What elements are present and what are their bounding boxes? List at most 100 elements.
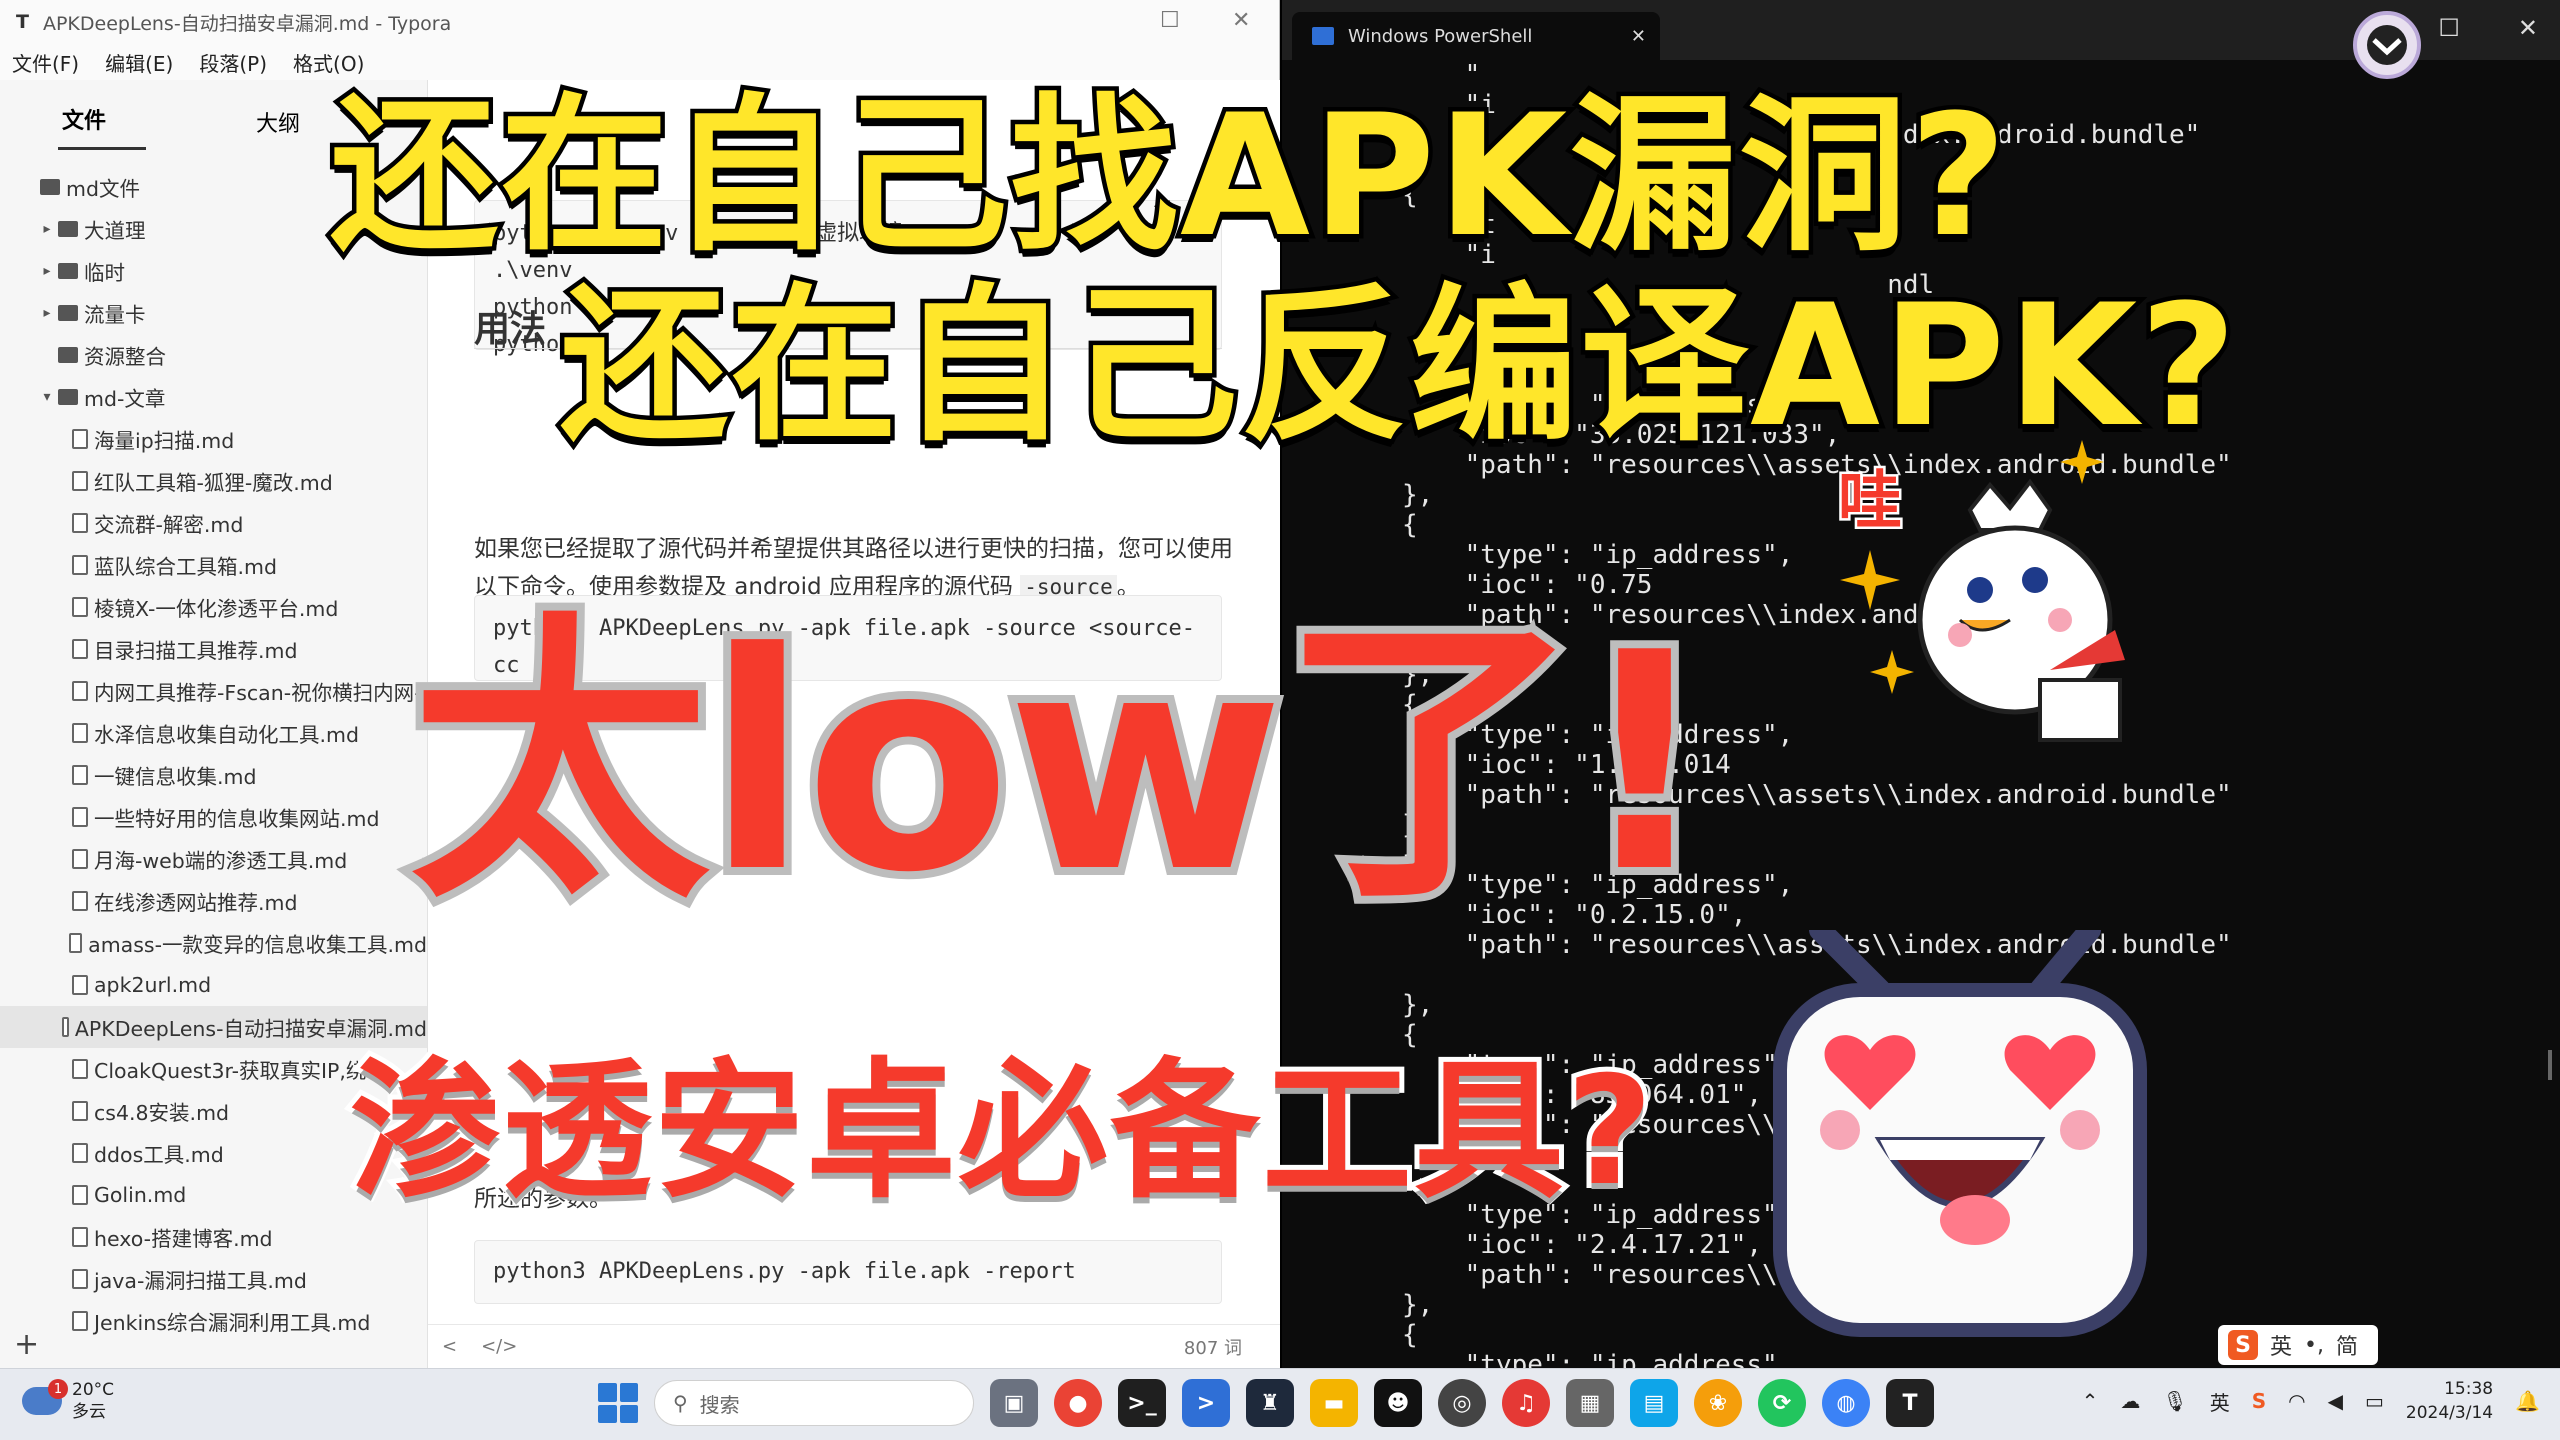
headline-decompile: 还在自己反编译APK?: [556, 264, 2242, 469]
file-item[interactable]: 目录扫描工具推荐.md: [0, 628, 427, 670]
clock[interactable]: 15:38 2024/3/14: [2406, 1377, 2493, 1425]
file-item[interactable]: 一键信息收集.md: [0, 754, 427, 796]
file-item[interactable]: 交流群-解密.md: [0, 502, 427, 544]
maximize-icon[interactable]: ☐: [1160, 8, 1180, 33]
file-label: 流量卡: [84, 303, 146, 327]
document-icon: [72, 765, 88, 785]
wifi-icon[interactable]: ◠: [2288, 1389, 2305, 1413]
file-item[interactable]: amass-一款变异的信息收集工具.md: [0, 922, 427, 964]
cloud-tray-icon[interactable]: ☁: [2120, 1389, 2140, 1413]
file-item[interactable]: 水泽信息收集自动化工具.md: [0, 712, 427, 754]
file-item[interactable]: 棱镜X-一体化渗透平台.md: [0, 586, 427, 628]
qq-icon[interactable]: ☻: [1374, 1379, 1422, 1427]
document-icon: [72, 891, 88, 911]
exclaim-wow: 哇: [1836, 463, 1905, 542]
close-icon[interactable]: ✕: [2518, 14, 2538, 42]
chevron-right-icon[interactable]: ▸: [40, 263, 54, 279]
file-item[interactable]: Jenkins综合漏洞利用工具.md: [0, 1300, 427, 1342]
file-label: 月海-web端的渗透工具.md: [94, 849, 348, 873]
netease-music-icon[interactable]: ♫: [1502, 1379, 1550, 1427]
sogou-tray-icon[interactable]: S: [2252, 1389, 2266, 1413]
tv-heart-eyes-sticker: [1773, 930, 2147, 1337]
browser-icon[interactable]: ◎: [1438, 1379, 1486, 1427]
document-icon: [72, 1059, 88, 1079]
folder-item[interactable]: ▸ 流量卡: [0, 292, 427, 334]
tray-lang[interactable]: 英: [2210, 1387, 2230, 1416]
menu-edit[interactable]: 编辑(E): [105, 48, 173, 77]
source-mode-icon[interactable]: </>: [481, 1336, 517, 1357]
ime-lang[interactable]: 英: [2270, 1329, 2292, 1361]
globe-icon[interactable]: ◍: [1822, 1379, 1870, 1427]
folder-item[interactable]: 资源整合: [0, 334, 427, 376]
notification-bell-icon[interactable]: 🔔: [2515, 1389, 2540, 1413]
heading-usage: 用法: [474, 309, 547, 350]
file-item[interactable]: 一些特好用的信息收集网站.md: [0, 796, 427, 838]
file-label: 内网工具推荐-Fscan-祝你横扫内网-: [94, 681, 422, 705]
ime-toolbar[interactable]: S 英 •, 简: [2218, 1325, 2378, 1365]
volume-icon[interactable]: ◀: [2328, 1389, 2343, 1413]
headline-too-low: 太low了!: [402, 581, 1721, 946]
sogou-icon: S: [2228, 1330, 2258, 1360]
document-icon: [72, 1227, 88, 1247]
terminal-scrollbar[interactable]: [2548, 1050, 2552, 1080]
file-label: 在线渗透网站推荐.md: [94, 891, 298, 915]
maximize-icon[interactable]: ☐: [2438, 14, 2460, 42]
weather-badge: 1: [48, 1379, 68, 1399]
start-button[interactable]: [598, 1383, 638, 1423]
add-file-button[interactable]: +: [14, 1327, 39, 1362]
chevron-up-icon[interactable]: ⌃: [2082, 1389, 2099, 1413]
document-icon: [72, 1143, 88, 1163]
folder-icon: [58, 263, 78, 279]
code-block-report[interactable]: python3 APKDeepLens.py -apk file.apk -re…: [474, 1240, 1222, 1304]
chrome-icon[interactable]: ●: [1054, 1379, 1102, 1427]
word-count[interactable]: 807 词: [1184, 1334, 1242, 1360]
avatar: [2353, 11, 2421, 79]
file-label: cs4.8安装.md: [94, 1101, 230, 1125]
chevron-right-icon[interactable]: ▸: [40, 221, 54, 237]
document-icon: [72, 513, 88, 533]
powershell-app-icon[interactable]: >: [1182, 1379, 1230, 1427]
folder-item[interactable]: ▾ md-文章: [0, 376, 427, 418]
document-icon: [72, 723, 88, 743]
menu-file[interactable]: 文件(F): [12, 48, 79, 77]
app-icon[interactable]: ♜: [1246, 1379, 1294, 1427]
chevron-down-icon[interactable]: ▾: [40, 389, 54, 405]
chevron-right-icon[interactable]: ▸: [40, 305, 54, 321]
file-item[interactable]: apk2url.md: [0, 964, 427, 1006]
document-icon: [61, 1017, 69, 1037]
mic-icon[interactable]: 🎙: [2162, 1389, 2187, 1413]
file-item[interactable]: 海量ip扫描.md: [0, 418, 427, 460]
app-icon-color[interactable]: ❀: [1694, 1379, 1742, 1427]
folder-icon[interactable]: ▬: [1310, 1379, 1358, 1427]
file-label: 交流群-解密.md: [94, 513, 244, 537]
typora-app-icon[interactable]: T: [1886, 1379, 1934, 1427]
terminal-icon[interactable]: >_: [1118, 1379, 1166, 1427]
ime-mode[interactable]: 简: [2336, 1329, 2358, 1361]
task-view-icon[interactable]: ▣: [990, 1379, 1038, 1427]
weather-widget[interactable]: 1 20°C 多云: [22, 1379, 114, 1423]
file-label: hexo-搭建博客.md: [94, 1227, 273, 1251]
tab-outline[interactable]: 大纲: [256, 106, 300, 150]
cloud-icon: 1: [22, 1379, 68, 1415]
screenshot-icon[interactable]: ▦: [1566, 1379, 1614, 1427]
file-item[interactable]: 红队工具箱-狐狸-魔改.md: [0, 460, 427, 502]
menu-paragraph[interactable]: 段落(P): [199, 48, 267, 77]
file-label: Golin.md: [94, 1183, 187, 1207]
file-item[interactable]: 内网工具推荐-Fscan-祝你横扫内网-: [0, 670, 427, 712]
ime-punct[interactable]: •,: [2304, 1333, 2324, 1358]
file-item[interactable]: java-漏洞扫描工具.md: [0, 1258, 427, 1300]
tab-files[interactable]: 文件: [58, 103, 147, 150]
taskbar: 1 20°C 多云 ⚲ 搜索 ▣ ● >_ > ♜ ▬ ☻ ◎ ♫ ▦ ▤ ❀: [0, 1368, 2560, 1440]
document-icon: [72, 849, 88, 869]
app-icon-blue[interactable]: ▤: [1630, 1379, 1678, 1427]
sidebar-toggle-icon[interactable]: <: [442, 1336, 457, 1357]
file-item[interactable]: 在线渗透网站推荐.md: [0, 880, 427, 922]
snowman-sticker: [1917, 478, 2125, 742]
file-item[interactable]: 蓝队综合工具箱.md: [0, 544, 427, 586]
app-icon-green[interactable]: ⟳: [1758, 1379, 1806, 1427]
file-item[interactable]: 月海-web端的渗透工具.md: [0, 838, 427, 880]
file-label: amass-一款变异的信息收集工具.md: [88, 933, 427, 957]
taskbar-search[interactable]: ⚲ 搜索: [654, 1380, 974, 1426]
close-icon[interactable]: ✕: [1232, 8, 1250, 33]
battery-icon[interactable]: ▭: [2365, 1389, 2384, 1413]
